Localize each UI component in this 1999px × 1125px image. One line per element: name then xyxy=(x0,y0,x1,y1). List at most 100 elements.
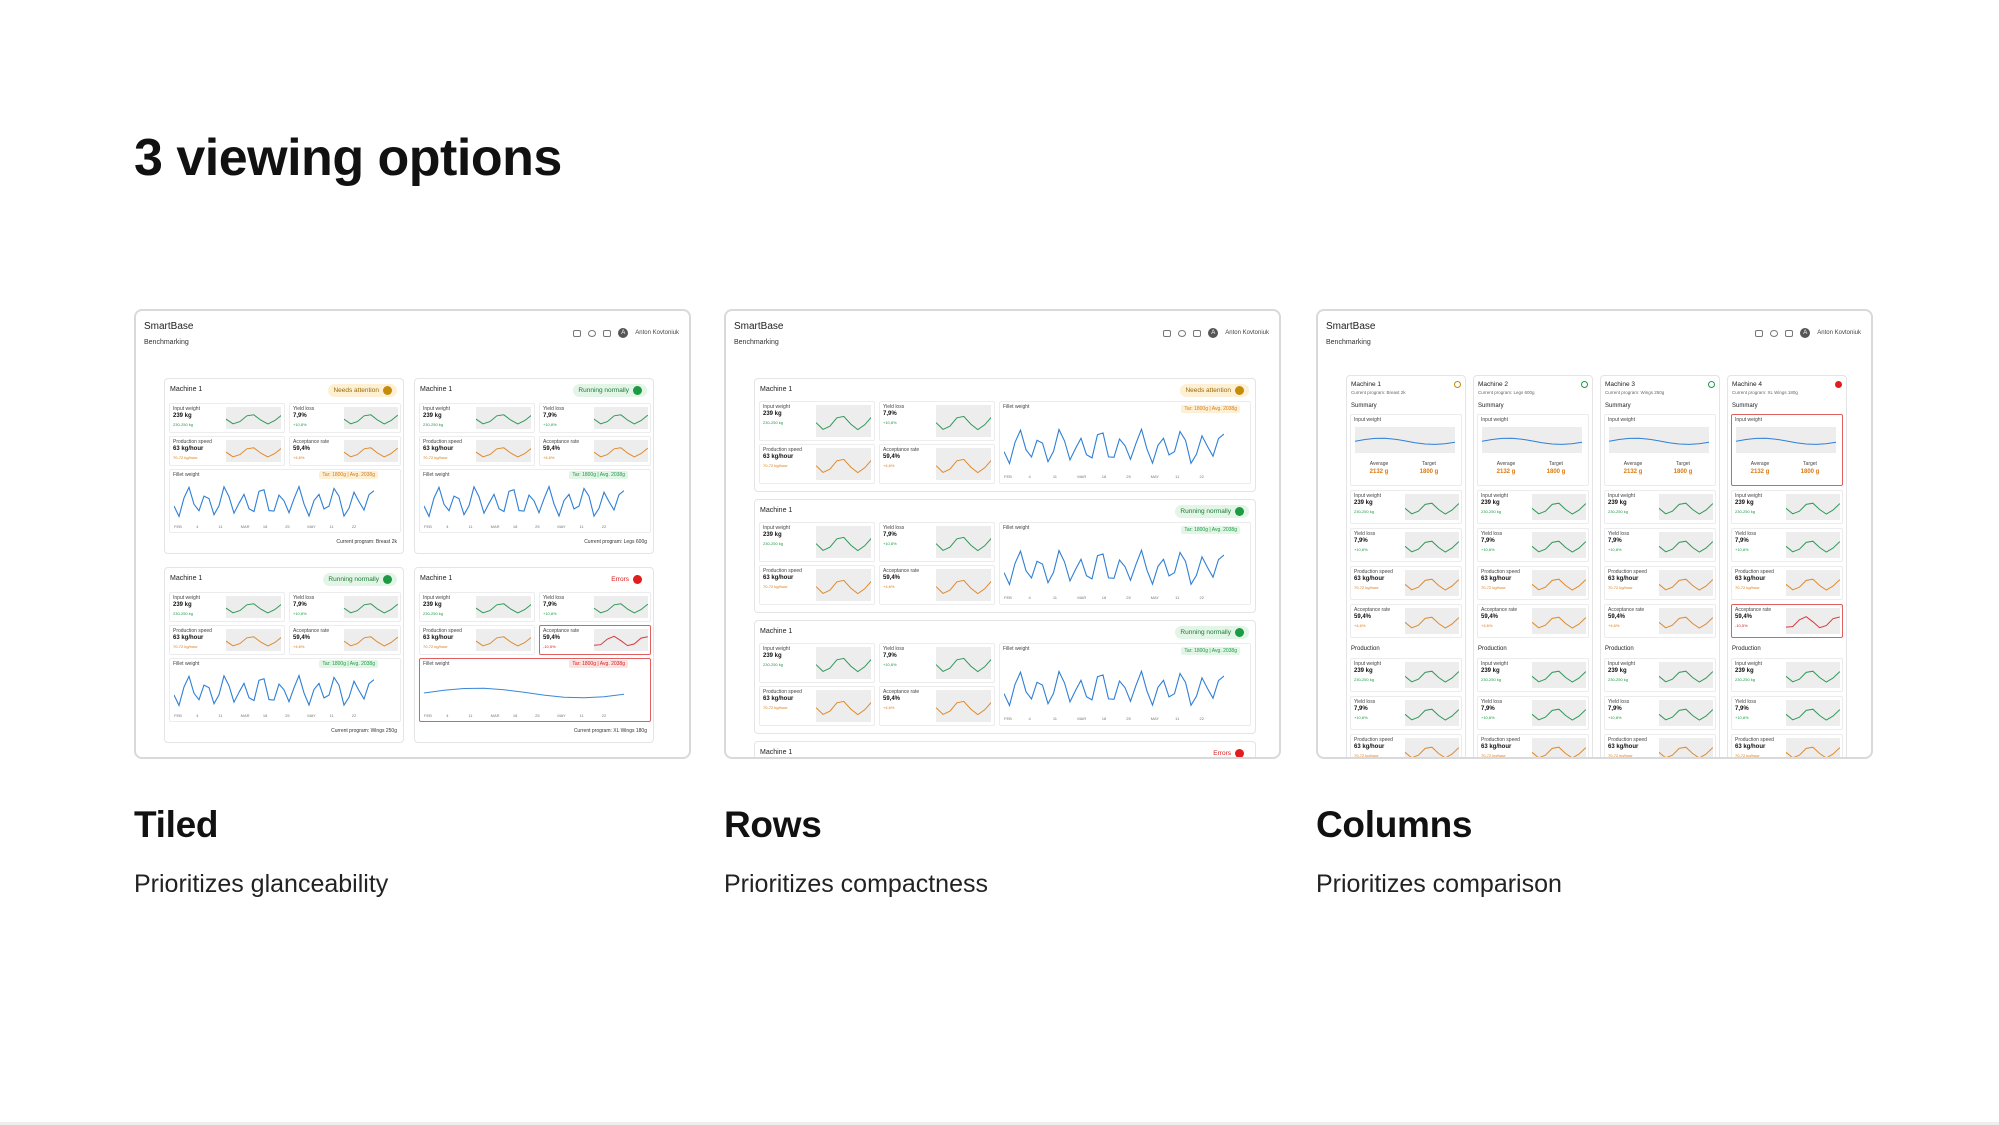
message-icon[interactable] xyxy=(1755,329,1764,337)
metric-tile[interactable]: Yield loss 7,9% +10,8% xyxy=(1477,528,1589,562)
metric-tile[interactable]: Production speed 63 kg/hour 70-72 kg/hour xyxy=(759,686,875,726)
metric-tile[interactable]: Acceptance rate 59,4% +4,6% xyxy=(1350,604,1462,638)
metric-tile[interactable]: Input weight 239 kg 230-250 kg xyxy=(1731,490,1843,524)
input-weight-summary[interactable]: Input weight Average 2132 g Target 1800 g xyxy=(1604,414,1716,486)
metric-tile[interactable]: Acceptance rate 59,4% -10,5% xyxy=(539,625,651,655)
metric-tile[interactable]: Production speed 63 kg/hour 70-72 kg/hour xyxy=(1477,566,1589,600)
metric-tile[interactable]: Yield loss 7,9% +10,8% xyxy=(1604,696,1716,730)
metric-tile[interactable]: Acceptance rate 59,4% +4,6% xyxy=(1604,604,1716,638)
metric-tile[interactable]: Acceptance rate 59,4% +4,6% xyxy=(289,625,401,655)
metric-tile[interactable]: Production speed 63 kg/hour 70-72 kg/hour xyxy=(1731,566,1843,600)
metric-tile[interactable]: Acceptance rate 59,4% +4,6% xyxy=(879,444,995,484)
tiled-preview[interactable]: SmartBase Benchmarking A Anton Kovtoniuk… xyxy=(134,309,691,759)
fillet-weight-chart[interactable]: Fillet weight Tar: 1800g | Avg. 2038g FEB 4… xyxy=(999,522,1251,605)
metric-tile[interactable]: Input weight 239 kg 230-250 kg xyxy=(1731,658,1843,692)
metric-tile[interactable]: Yield loss 7,9% +10,8% xyxy=(1477,696,1589,730)
metric-tile[interactable]: Yield loss 7,9% +10,8% xyxy=(879,401,995,441)
metric-tile[interactable]: Production speed 63 kg/hour 70-72 kg/hour xyxy=(1604,566,1716,600)
machine-row[interactable]: Machine 1 Errors xyxy=(754,741,1256,757)
metric-tile[interactable]: Production speed 63 kg/hour 70-72 kg/hour xyxy=(419,436,535,466)
metric-tile[interactable]: Yield loss 7,9% +10,8% xyxy=(879,522,995,562)
globe-icon[interactable] xyxy=(1770,329,1779,337)
metric-tile[interactable]: Yield loss 7,9% +10,8% xyxy=(289,592,401,622)
rows-preview[interactable]: SmartBase Benchmarking A Anton Kovtoniuk… xyxy=(724,309,1281,759)
metric-tile[interactable]: Input weight 239 kg 230-250 kg xyxy=(1477,490,1589,524)
machine-card[interactable]: Machine 1 Running normally Input weight 239… xyxy=(414,378,654,554)
fillet-weight-chart[interactable]: Fillet weight Tar: 1800g | Avg. 2038g FEB 4… xyxy=(169,469,401,533)
metric-tile[interactable]: Input weight 239 kg 230-250 kg xyxy=(169,592,285,622)
metric-tile[interactable]: Yield loss 7,9% +10,8% xyxy=(289,403,401,433)
metric-tile[interactable]: Production speed 63 kg/hour 70-72 kg/hour xyxy=(169,436,285,466)
avatar[interactable]: A xyxy=(1800,328,1811,338)
metric-tile[interactable]: Yield loss 7,9% +10,8% xyxy=(1731,528,1843,562)
status-badge[interactable]: Running normally xyxy=(1175,505,1249,518)
fillet-weight-chart[interactable]: Fillet weight Tar: 1800g | Avg. 2038g FEB 4… xyxy=(419,469,651,533)
metric-tile[interactable]: Yield loss 7,9% +10,8% xyxy=(539,592,651,622)
metric-tile[interactable]: Input weight 239 kg 230-250 kg xyxy=(1604,490,1716,524)
fillet-weight-chart[interactable]: Fillet weight Tar: 1800g | Avg. 2038g FEB 4… xyxy=(999,401,1251,484)
message-icon[interactable] xyxy=(1163,329,1172,337)
input-weight-summary[interactable]: Input weight Average 2132 g Target 1800 g xyxy=(1731,414,1843,486)
metric-tile[interactable]: Acceptance rate 59,4% +4,6% xyxy=(879,686,995,726)
metric-tile[interactable]: Input weight 239 kg 230-250 kg xyxy=(169,403,285,433)
status-badge[interactable]: Errors xyxy=(1208,747,1249,757)
input-weight-summary[interactable]: Input weight Average 2132 g Target 1800 g xyxy=(1350,414,1462,486)
metric-tile[interactable]: Acceptance rate 59,4% -10,5% xyxy=(1731,604,1843,638)
machine-row[interactable]: Machine 1 Needs attention Input weight 239 … xyxy=(754,378,1256,492)
metric-tile[interactable]: Input weight 239 kg 230-250 kg xyxy=(759,522,875,562)
machine-column[interactable]: Machine 4 Current program: XL Wings 180g S… xyxy=(1727,375,1847,757)
metric-tile[interactable]: Input weight 239 kg 230-250 kg xyxy=(419,403,535,433)
metric-tile[interactable]: Acceptance rate 59,4% +4,6% xyxy=(1477,604,1589,638)
status-badge[interactable]: Needs attention xyxy=(1180,384,1249,397)
machine-card[interactable]: Machine 1 Needs attention Input weight 239 … xyxy=(164,378,404,554)
metric-tile[interactable]: Yield loss 7,9% +10,8% xyxy=(1350,528,1462,562)
fillet-weight-chart[interactable]: Fillet weight Tar: 1800g | Avg. 2038g FEB 4… xyxy=(419,658,651,722)
metric-tile[interactable]: Acceptance rate 59,4% +4,6% xyxy=(879,565,995,605)
metric-tile[interactable]: Production speed 63 kg/hour 70-72 kg/hour xyxy=(1350,734,1462,757)
metric-tile[interactable]: Acceptance rate 59,4% +4,6% xyxy=(289,436,401,466)
machine-row[interactable]: Machine 1 Running normally Input weight 239… xyxy=(754,499,1256,613)
message-icon[interactable] xyxy=(573,329,582,337)
grid-icon[interactable] xyxy=(1785,329,1794,337)
columns-preview[interactable]: SmartBase Benchmarking A Anton Kovtoniuk… xyxy=(1316,309,1873,759)
metric-tile[interactable]: Input weight 239 kg 230-250 kg xyxy=(759,643,875,683)
fillet-weight-chart[interactable]: Fillet weight Tar: 1800g | Avg. 2038g FEB 4… xyxy=(999,643,1251,726)
metric-tile[interactable]: Yield loss 7,9% +10,8% xyxy=(1731,696,1843,730)
avatar[interactable]: A xyxy=(1208,328,1219,338)
metric-tile[interactable]: Production speed 63 kg/hour 70-72 kg/hour xyxy=(1477,734,1589,757)
metric-tile[interactable]: Acceptance rate 59,4% +4,6% xyxy=(539,436,651,466)
status-badge[interactable]: Running normally xyxy=(573,384,647,397)
status-badge[interactable]: Running normally xyxy=(1175,626,1249,639)
metric-tile[interactable]: Production speed 63 kg/hour 70-72 kg/hour xyxy=(1350,566,1462,600)
machine-card[interactable]: Machine 1 Running normally Input weight 239… xyxy=(164,567,404,743)
globe-icon[interactable] xyxy=(588,329,597,337)
metric-tile[interactable]: Input weight 239 kg 230-250 kg xyxy=(1604,658,1716,692)
input-weight-summary[interactable]: Input weight Average 2132 g Target 1800 g xyxy=(1477,414,1589,486)
metric-tile[interactable]: Input weight 239 kg 230-250 kg xyxy=(1350,490,1462,524)
globe-icon[interactable] xyxy=(1178,329,1187,337)
metric-tile[interactable]: Production speed 63 kg/hour 70-72 kg/hour xyxy=(1604,734,1716,757)
machine-row[interactable]: Machine 1 Running normally Input weight 239… xyxy=(754,620,1256,734)
grid-icon[interactable] xyxy=(603,329,612,337)
metric-tile[interactable]: Production speed 63 kg/hour 70-72 kg/hour xyxy=(759,565,875,605)
metric-tile[interactable]: Production speed 63 kg/hour 70-72 kg/hour xyxy=(1731,734,1843,757)
grid-icon[interactable] xyxy=(1193,329,1202,337)
avatar[interactable]: A xyxy=(618,328,629,338)
machine-column[interactable]: Machine 2 Current program: Legs 600g Summa… xyxy=(1473,375,1593,757)
fillet-weight-chart[interactable]: Fillet weight Tar: 1800g | Avg. 2038g FEB 4… xyxy=(169,658,401,722)
status-badge[interactable]: Needs attention xyxy=(328,384,397,397)
metric-tile[interactable]: Production speed 63 kg/hour 70-72 kg/hour xyxy=(759,444,875,484)
status-badge[interactable]: Errors xyxy=(606,573,647,586)
metric-tile[interactable]: Yield loss 7,9% +10,8% xyxy=(539,403,651,433)
machine-column[interactable]: Machine 1 Current program: Breast 2k Summa… xyxy=(1346,375,1466,757)
metric-tile[interactable]: Input weight 239 kg 230-250 kg xyxy=(1477,658,1589,692)
machine-column[interactable]: Machine 3 Current program: Wings 250g Summ… xyxy=(1600,375,1720,757)
metric-tile[interactable]: Yield loss 7,9% +10,8% xyxy=(879,643,995,683)
metric-tile[interactable]: Production speed 63 kg/hour 70-72 kg/hour xyxy=(169,625,285,655)
metric-tile[interactable]: Input weight 239 kg 230-250 kg xyxy=(759,401,875,441)
metric-tile[interactable]: Input weight 239 kg 230-250 kg xyxy=(1350,658,1462,692)
metric-tile[interactable]: Production speed 63 kg/hour 70-72 kg/hour xyxy=(419,625,535,655)
machine-card[interactable]: Machine 1 Errors Input weight 239 kg 230-250… xyxy=(414,567,654,743)
metric-tile[interactable]: Input weight 239 kg 230-250 kg xyxy=(419,592,535,622)
metric-tile[interactable]: Yield loss 7,9% +10,8% xyxy=(1604,528,1716,562)
